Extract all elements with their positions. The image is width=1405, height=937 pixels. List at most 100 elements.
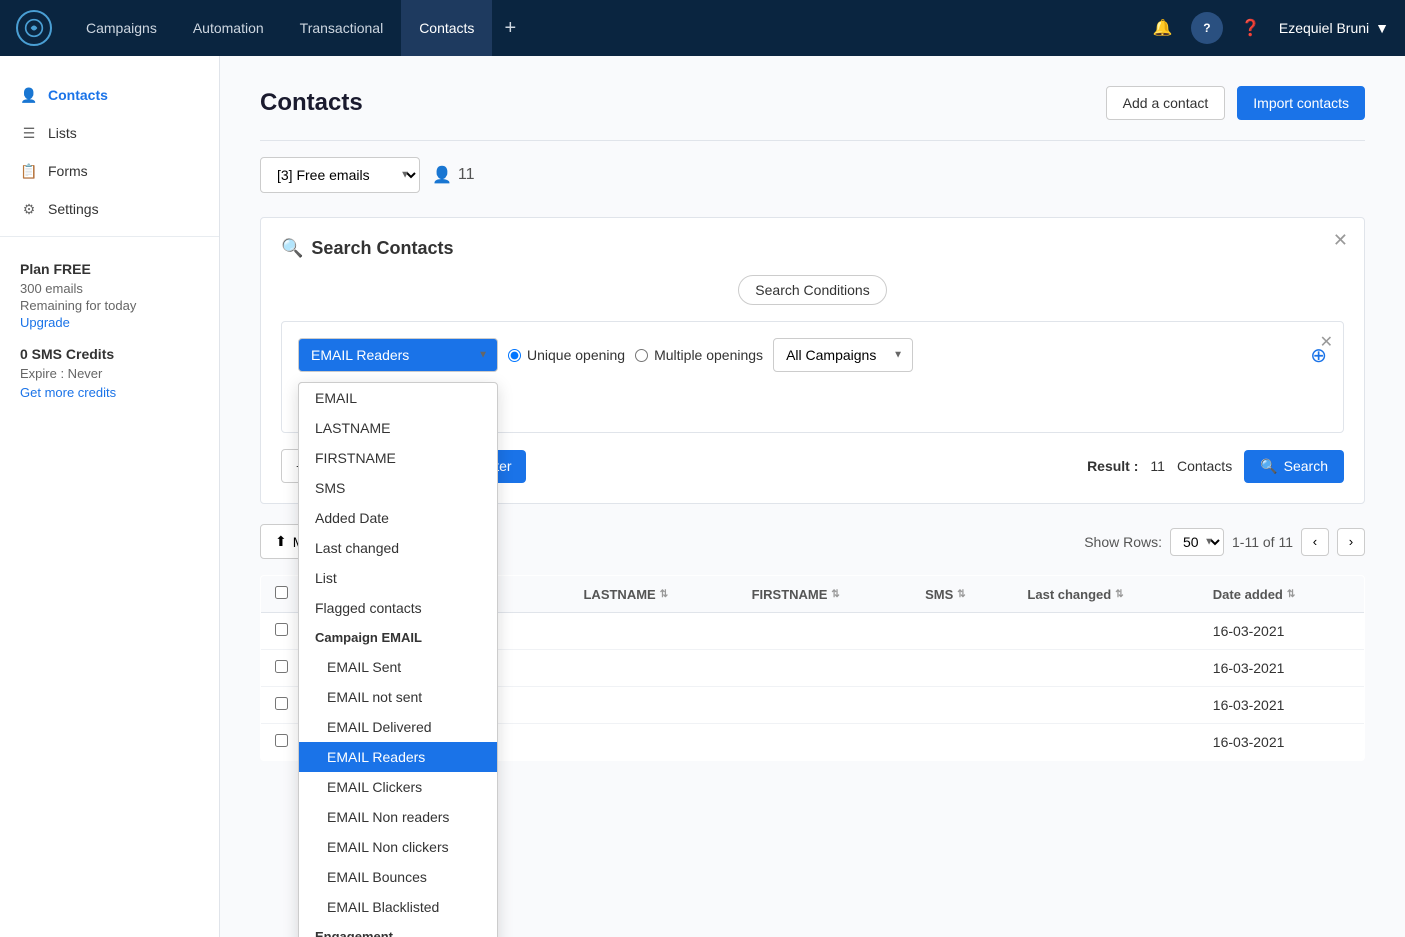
row-lastchanged <box>1013 650 1198 687</box>
show-rows: Show Rows: 50 1-11 of 11 ‹ › <box>1084 528 1365 556</box>
sidebar-contacts-label: Contacts <box>48 87 108 103</box>
sms-section: 0 SMS Credits Expire : Never Get more cr… <box>20 346 199 400</box>
result-label: Result : <box>1087 458 1138 474</box>
th-firstname-sort[interactable]: FIRSTNAME ⇅ <box>752 587 840 602</box>
help-icon[interactable]: ❓ <box>1235 12 1267 44</box>
multiple-openings-text: Multiple openings <box>654 347 763 363</box>
rows-select[interactable]: 50 <box>1170 528 1224 556</box>
row-firstname <box>738 613 912 650</box>
th-dateadded-sort[interactable]: Date added ⇅ <box>1213 587 1295 602</box>
dropdown-item-email-non-readers[interactable]: EMAIL Non readers <box>299 802 497 832</box>
dropdown-item-added-date[interactable]: Added Date <box>299 503 497 533</box>
file-icon: 📋 <box>20 162 38 180</box>
dropdown-group-engagement: Engagement <box>299 922 497 937</box>
firstname-sort-icon: ⇅ <box>831 589 839 600</box>
row-dateadded: 16-03-2021 <box>1199 724 1365 761</box>
row-checkbox[interactable] <box>275 697 288 710</box>
nav-campaigns[interactable]: Campaigns <box>68 0 175 56</box>
user-menu[interactable]: Ezequiel Bruni ▼ <box>1279 20 1389 36</box>
result-unit: Contacts <box>1177 458 1232 474</box>
dropdown-item-sms[interactable]: SMS <box>299 473 497 503</box>
dropdown-item-lastname[interactable]: LASTNAME <box>299 413 497 443</box>
sidebar-item-forms[interactable]: 📋 Forms <box>0 152 219 190</box>
dropdown-item-email-clickers[interactable]: EMAIL Clickers <box>299 772 497 802</box>
dropdown-item-email-sent[interactable]: EMAIL Sent <box>299 652 497 682</box>
upgrade-link[interactable]: Upgrade <box>20 315 70 330</box>
filter-row: ✕ EMAIL Readers EMAIL LASTNAME <box>281 321 1344 433</box>
search-button[interactable]: 🔍 Search <box>1244 450 1344 483</box>
campaign-select[interactable]: All Campaigns <box>773 338 913 372</box>
th-sms: SMS ⇅ <box>911 576 1013 613</box>
row-checkbox[interactable] <box>275 623 288 636</box>
row-sms <box>911 724 1013 761</box>
next-page-button[interactable]: › <box>1337 528 1365 556</box>
sms-expiry: Expire : Never <box>20 366 199 381</box>
dropdown-item-email-non-clickers[interactable]: EMAIL Non clickers <box>299 832 497 862</box>
sms-sort-icon: ⇅ <box>957 589 965 600</box>
lastname-sort-icon: ⇅ <box>660 589 668 600</box>
row-lastname <box>569 724 737 761</box>
row-checkbox-cell <box>261 687 303 724</box>
notifications-icon[interactable]: 🔔 <box>1147 12 1179 44</box>
page-title: Contacts <box>260 89 363 117</box>
dropdown-item-email-delivered[interactable]: EMAIL Delivered <box>299 712 497 742</box>
row-checkbox[interactable] <box>275 660 288 673</box>
filter-type-select[interactable]: EMAIL Readers <box>298 338 498 372</box>
filter-icon: ⬆ <box>275 533 287 550</box>
search-section-close[interactable]: ✕ <box>1333 230 1348 251</box>
sidebar-item-contacts[interactable]: 👤 Contacts <box>0 76 219 114</box>
sidebar-settings-label: Settings <box>48 201 99 217</box>
badge-icon[interactable]: ? <box>1191 12 1223 44</box>
sidebar-plan: Plan FREE 300 emails Remaining for today… <box>0 245 219 416</box>
nav-automation[interactable]: Automation <box>175 0 282 56</box>
multiple-openings-label[interactable]: Multiple openings <box>635 347 763 363</box>
filter-row-close[interactable]: ✕ <box>1320 332 1333 352</box>
nav-items: Campaigns Automation Transactional Conta… <box>68 0 1147 56</box>
select-all-checkbox[interactable] <box>275 586 288 599</box>
nav-add[interactable]: + <box>492 0 528 56</box>
dropdown-item-email-blacklisted[interactable]: EMAIL Blacklisted <box>299 892 497 922</box>
dropdown-item-flagged[interactable]: Flagged contacts <box>299 593 497 623</box>
nav-contacts[interactable]: Contacts <box>401 0 492 56</box>
dropdown-item-email-bounces[interactable]: EMAIL Bounces <box>299 862 497 892</box>
dropdown-item-email-not-sent[interactable]: EMAIL not sent <box>299 682 497 712</box>
sidebar-item-lists[interactable]: ☰ Lists <box>0 114 219 152</box>
import-contacts-button[interactable]: Import contacts <box>1237 86 1365 120</box>
dropdown-item-email[interactable]: EMAIL <box>299 383 497 413</box>
unique-opening-radio[interactable] <box>508 349 521 362</box>
row-sms <box>911 687 1013 724</box>
row-lastchanged <box>1013 687 1198 724</box>
person-count-icon: 👤 <box>432 165 452 185</box>
row-checkbox[interactable] <box>275 734 288 747</box>
th-dateadded: Date added ⇅ <box>1199 576 1365 613</box>
multiple-openings-radio[interactable] <box>635 349 648 362</box>
row-lastchanged <box>1013 613 1198 650</box>
row-lastname <box>569 650 737 687</box>
th-lastchanged-sort[interactable]: Last changed ⇅ <box>1027 587 1123 602</box>
row-dateadded: 16-03-2021 <box>1199 613 1365 650</box>
th-sms-sort[interactable]: SMS ⇅ <box>925 587 966 602</box>
sidebar-item-settings[interactable]: ⚙ Settings <box>0 190 219 228</box>
header-divider <box>260 140 1365 141</box>
row-lastname <box>569 687 737 724</box>
get-credits-link[interactable]: Get more credits <box>20 385 199 400</box>
search-icon: 🔍 <box>281 238 303 259</box>
add-contact-button[interactable]: Add a contact <box>1106 86 1226 120</box>
list-selector: [3] Free emails [1] List 1 [2] List 2 👤 … <box>260 157 1365 193</box>
list-select[interactable]: [3] Free emails [1] List 1 [2] List 2 <box>260 157 420 193</box>
dropdown-group-campaign-email: Campaign EMAIL <box>299 623 497 652</box>
list-select-wrapper: [3] Free emails [1] List 1 [2] List 2 <box>260 157 420 193</box>
dropdown-item-list[interactable]: List <box>299 563 497 593</box>
gear-icon: ⚙ <box>20 200 38 218</box>
dropdown-item-firstname[interactable]: FIRSTNAME <box>299 443 497 473</box>
row-firstname <box>738 687 912 724</box>
filter-type-select-wrapper: EMAIL Readers <box>298 338 498 372</box>
plan-emails: 300 emails <box>20 281 199 296</box>
row-checkbox-cell <box>261 650 303 687</box>
dropdown-item-email-readers[interactable]: EMAIL Readers <box>299 742 497 772</box>
th-lastname-sort[interactable]: LASTNAME ⇅ <box>583 587 668 602</box>
nav-transactional[interactable]: Transactional <box>282 0 402 56</box>
prev-page-button[interactable]: ‹ <box>1301 528 1329 556</box>
unique-opening-label[interactable]: Unique opening <box>508 347 625 363</box>
dropdown-item-last-changed[interactable]: Last changed <box>299 533 497 563</box>
